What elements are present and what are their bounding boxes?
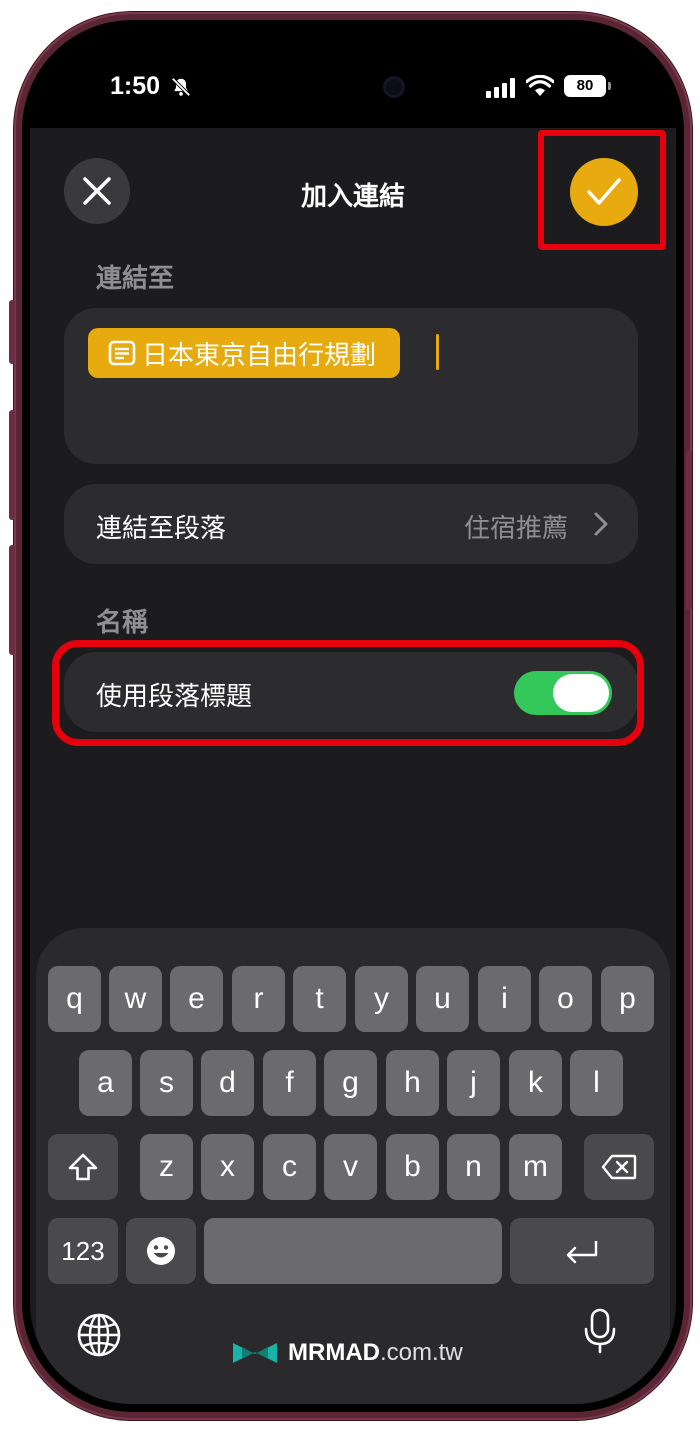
key-i[interactable]: i xyxy=(478,966,531,1032)
globe-icon[interactable] xyxy=(76,1312,122,1358)
key-p[interactable]: p xyxy=(601,966,654,1032)
watermark: MRMAD.com.tw xyxy=(230,1338,463,1368)
power-button xyxy=(686,450,692,610)
key-a[interactable]: a xyxy=(79,1050,132,1116)
note-icon xyxy=(108,340,136,366)
key-v[interactable]: v xyxy=(324,1134,377,1200)
volume-up-button xyxy=(9,410,15,520)
mrmad-logo-icon xyxy=(233,1343,277,1363)
watermark-brand: MRMAD xyxy=(288,1339,380,1366)
backspace-key[interactable] xyxy=(584,1134,654,1200)
emoji-key[interactable] xyxy=(126,1218,196,1284)
key-m[interactable]: m xyxy=(509,1134,562,1200)
key-u[interactable]: u xyxy=(416,966,469,1032)
key-k[interactable]: k xyxy=(509,1050,562,1116)
key-s[interactable]: s xyxy=(140,1050,193,1116)
key-t[interactable]: t xyxy=(293,966,346,1032)
link-target-text: 日本東京自由行規劃 xyxy=(142,340,377,371)
status-bar: 1:50 80 xyxy=(30,28,676,128)
key-g[interactable]: g xyxy=(324,1050,377,1116)
name-section-label: 名稱 xyxy=(96,608,149,638)
key-z[interactable]: z xyxy=(140,1134,193,1200)
microphone-icon[interactable] xyxy=(582,1308,618,1354)
status-time: 1:50 xyxy=(110,72,161,100)
emoji-icon xyxy=(147,1237,175,1265)
watermark-domain: .com.tw xyxy=(379,1339,463,1366)
key-q[interactable]: q xyxy=(48,966,101,1032)
key-y[interactable]: y xyxy=(355,966,408,1032)
key-x[interactable]: x xyxy=(201,1134,254,1200)
link-target-chip[interactable]: 日本東京自由行規劃 xyxy=(88,328,401,378)
action-button xyxy=(9,300,15,364)
link-to-label: 連結至 xyxy=(96,264,175,294)
key-b[interactable]: b xyxy=(386,1134,439,1200)
shift-icon xyxy=(68,1153,98,1181)
backspace-icon xyxy=(601,1154,637,1180)
volume-down-button xyxy=(9,545,15,655)
key-n[interactable]: n xyxy=(447,1134,500,1200)
return-key[interactable] xyxy=(510,1218,654,1284)
text-cursor xyxy=(436,334,439,370)
battery-icon: 80 xyxy=(564,75,611,97)
link-to-paragraph-value: 住宿推薦 xyxy=(463,514,568,544)
key-o[interactable]: o xyxy=(539,966,592,1032)
key-e[interactable]: e xyxy=(170,966,223,1032)
signal-icon xyxy=(486,78,515,98)
key-h[interactable]: h xyxy=(386,1050,439,1116)
bell-slash-icon xyxy=(171,77,191,97)
key-f[interactable]: f xyxy=(263,1050,316,1116)
highlight-box-confirm xyxy=(538,130,666,250)
front-camera xyxy=(383,76,405,98)
shift-key[interactable] xyxy=(48,1134,118,1200)
key-w[interactable]: w xyxy=(109,966,162,1032)
numbers-key[interactable]: 123 xyxy=(48,1218,118,1284)
highlight-box-toggle xyxy=(52,640,644,746)
watermark-text: MRMAD.com.tw xyxy=(288,1339,463,1367)
wifi-icon xyxy=(526,75,554,96)
key-c[interactable]: c xyxy=(263,1134,316,1200)
chevron-right-icon xyxy=(594,512,608,536)
link-target-field[interactable]: 日本東京自由行規劃 xyxy=(64,308,638,464)
key-r[interactable]: r xyxy=(232,966,285,1032)
screen: 1:50 80 加入連結 連結至 日本東京自由行規劃 連結至段落 住宿推薦 名稱… xyxy=(30,28,676,1404)
keyboard: q w e r t y u i o p a s d f g h j k l z … xyxy=(36,928,670,1404)
key-l[interactable]: l xyxy=(570,1050,623,1116)
link-to-paragraph-label: 連結至段落 xyxy=(96,514,227,544)
return-icon xyxy=(566,1241,598,1264)
key-d[interactable]: d xyxy=(201,1050,254,1116)
link-to-paragraph-row[interactable]: 連結至段落 住宿推薦 xyxy=(64,484,638,564)
space-key[interactable] xyxy=(204,1218,502,1284)
key-j[interactable]: j xyxy=(447,1050,500,1116)
